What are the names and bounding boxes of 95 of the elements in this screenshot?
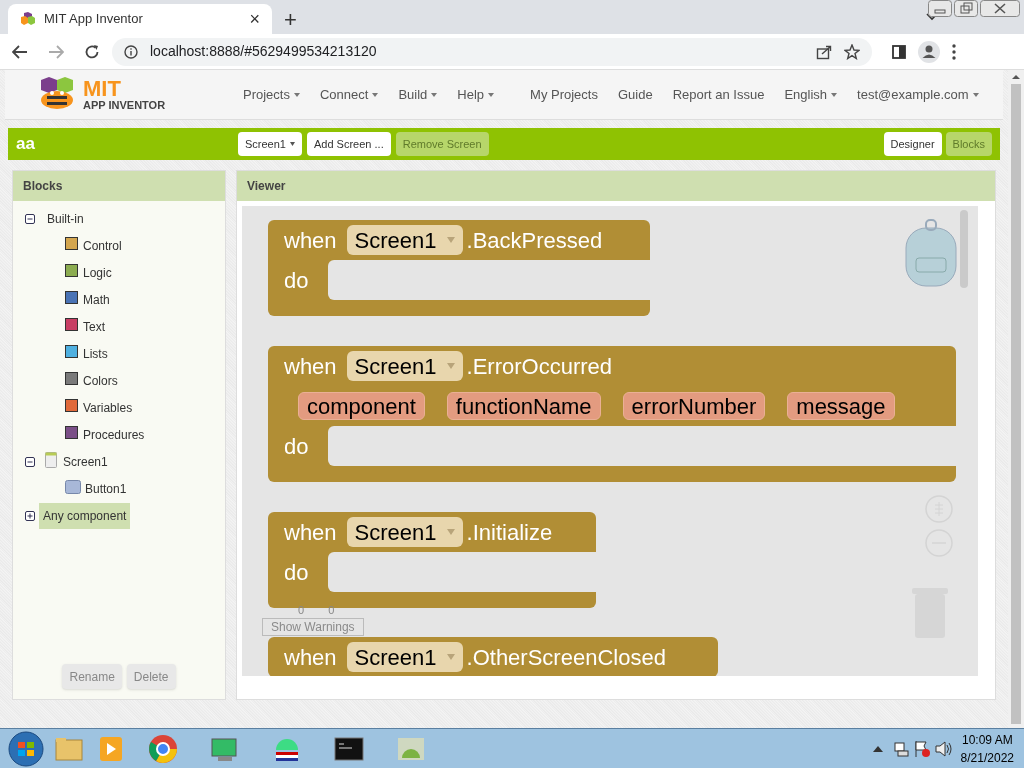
clock-time[interactable]: 10:09 AM [961, 730, 1013, 749]
tab-title: MIT App Inventor [44, 10, 144, 29]
menu-item[interactable]: test@example.com [857, 84, 979, 105]
view-button[interactable]: Designer [883, 132, 942, 156]
parameter[interactable]: component [298, 392, 425, 420]
block-keyword: do [283, 266, 310, 295]
parameter[interactable]: errorNumber [622, 392, 766, 420]
sidebar-icon[interactable] [892, 44, 906, 59]
caret-icon [831, 92, 838, 97]
logo-title: MIT [83, 78, 122, 100]
workspace-scrollbar[interactable] [960, 210, 968, 288]
parameter[interactable]: message [787, 392, 895, 420]
event-block[interactable]: when Screen1 .ErrorOccurred component functionName errorNumber message do [268, 346, 956, 482]
event-name: .OtherScreenClosed [466, 643, 666, 672]
restore-icon[interactable] [954, 0, 978, 17]
tree-item[interactable]: Control [81, 233, 124, 258]
hexagon-logo-icon [20, 11, 36, 27]
collapse-icon[interactable] [25, 456, 35, 467]
screen-button[interactable]: Screen1 [238, 132, 302, 156]
clock-date[interactable]: 8/21/2022 [960, 748, 1014, 767]
tree-item[interactable]: Logic [81, 260, 114, 285]
panel-title: Blocks [23, 178, 63, 195]
event-name: .BackPressed [466, 226, 603, 255]
back-arrow-icon[interactable] [12, 44, 28, 59]
caret-icon [446, 654, 455, 660]
button-component-icon [65, 479, 81, 494]
tree-item[interactable]: Variables [81, 395, 135, 420]
tree-item[interactable]: Screen1 [61, 449, 110, 474]
panel-title: Viewer [247, 178, 286, 195]
speaker-icon[interactable] [934, 740, 953, 757]
menu-item[interactable]: Report an Issue [672, 84, 765, 105]
new-tab-button[interactable]: + [284, 9, 297, 31]
phone-screen-icon [45, 451, 57, 468]
tree-item[interactable]: Lists [81, 341, 110, 366]
component-dropdown[interactable]: Screen1 [346, 642, 463, 672]
browser-tab[interactable]: MIT App Inventor × [8, 4, 272, 34]
block-keyword: when [284, 352, 337, 381]
page-scrollbar[interactable] [1008, 70, 1024, 728]
caret-icon [972, 92, 979, 97]
screen-button[interactable]: Add Screen ... [307, 132, 391, 156]
menu-item[interactable]: Build [398, 84, 438, 105]
network-icon[interactable] [892, 740, 909, 757]
flag-error-icon[interactable] [912, 739, 931, 758]
event-name: .Initialize [466, 518, 553, 547]
menu-item[interactable]: English [784, 84, 838, 105]
scrollbar-thumb[interactable] [1011, 84, 1021, 724]
menu-item[interactable]: Guide [617, 84, 653, 105]
component-dropdown[interactable]: Screen1 [346, 517, 463, 547]
tree-item[interactable]: Math [81, 287, 112, 312]
caret-icon [488, 92, 495, 97]
url-text: localhost:8888/#5629499534213120 [150, 42, 378, 61]
tree-item[interactable]: Text [81, 314, 107, 339]
caret-icon [290, 142, 295, 146]
tab-close-button[interactable]: × [249, 10, 260, 28]
menu-item[interactable]: My Projects [530, 84, 598, 105]
address-bar[interactable]: localhost:8888/#5629499534213120 [112, 37, 872, 66]
info-icon [124, 44, 138, 59]
block-keyword: when [284, 518, 337, 547]
star-icon[interactable] [844, 43, 860, 60]
event-block[interactable]: when Screen1 .OtherScreenClosed [268, 637, 718, 676]
profile-icon[interactable] [918, 40, 940, 63]
reload-icon[interactable] [84, 43, 100, 60]
start-orb-icon[interactable] [6, 729, 46, 768]
menu-item[interactable]: Connect [319, 84, 379, 105]
scroll-up-icon [1012, 74, 1020, 80]
event-name: .ErrorOccurred [466, 352, 613, 381]
component-dropdown[interactable]: Screen1 [346, 351, 463, 381]
caret-icon [372, 92, 379, 97]
expand-icon[interactable] [25, 510, 35, 521]
logo-subtitle: APP INVENTOR [83, 100, 166, 111]
caret-icon [293, 92, 300, 97]
tree-item[interactable]: Colors [81, 368, 120, 393]
close-icon[interactable] [980, 0, 1020, 17]
tree-item[interactable]: Built-in [45, 206, 86, 231]
event-block[interactable]: when Screen1 .BackPressed do [268, 220, 650, 316]
show-hidden-icons-icon[interactable] [872, 745, 883, 752]
menu-item[interactable]: Help [457, 84, 495, 105]
parameter[interactable]: functionName [446, 392, 601, 420]
caret-icon [446, 237, 455, 243]
more-icon[interactable] [952, 43, 956, 60]
component-dropdown[interactable]: Screen1 [346, 225, 463, 255]
block-keyword: when [284, 226, 337, 255]
block-keyword: do [283, 432, 310, 461]
project-name: aa [16, 133, 36, 156]
caret-icon [446, 529, 455, 535]
menu-item[interactable]: Projects [243, 84, 300, 105]
collapse-icon[interactable] [25, 213, 35, 224]
tree-item[interactable]: Button1 [83, 476, 129, 501]
block-keyword: do [283, 558, 310, 587]
tree-item[interactable]: Any component [39, 502, 131, 529]
tree-item[interactable]: Procedures [81, 422, 147, 447]
caret-icon [446, 363, 455, 369]
caret-icon [431, 92, 438, 97]
share-icon[interactable] [816, 43, 832, 60]
block-keyword: when [284, 643, 337, 672]
